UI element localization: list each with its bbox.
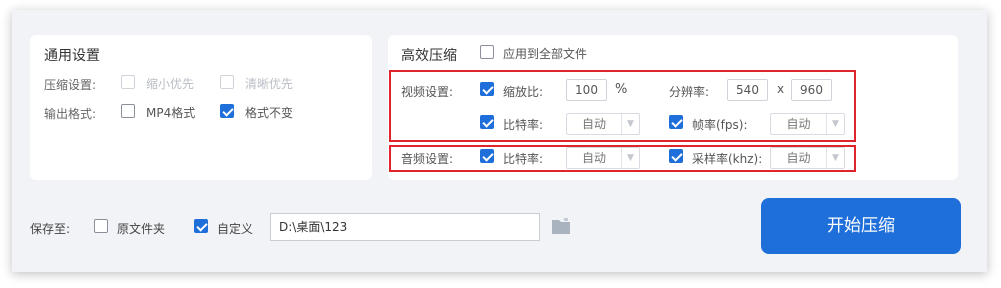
fps-checkbox[interactable] [669, 115, 683, 129]
shrink-priority-checkbox[interactable] [121, 75, 135, 89]
save-path-input[interactable]: D:\桌面\123 [270, 213, 540, 241]
mp4-format-checkbox[interactable] [121, 104, 135, 118]
audio-bitrate-select[interactable]: 自动 ▼ [566, 147, 640, 169]
video-bitrate-value: 自动 [581, 117, 606, 131]
general-settings-title: 通用设置 [44, 48, 100, 64]
keep-format-label: 格式不变 [245, 106, 294, 120]
audio-bitrate-checkbox[interactable] [480, 149, 494, 163]
apply-all-checkbox[interactable] [480, 45, 494, 59]
scale-input[interactable]: 100 [566, 79, 607, 101]
scale-label: 缩放比: [503, 85, 544, 99]
clarity-priority-checkbox[interactable] [220, 75, 234, 89]
fps-label: 帧率(fps): [692, 118, 748, 132]
output-format-label: 输出格式: [44, 107, 97, 121]
video-settings-label: 视频设置: [401, 85, 454, 99]
resolution-separator: x [777, 82, 785, 96]
audio-bitrate-value: 自动 [581, 151, 606, 165]
samplerate-select[interactable]: 自动 ▼ [770, 147, 845, 169]
fps-select[interactable]: 自动 ▼ [770, 113, 845, 135]
chevron-down-icon: ▼ [621, 114, 639, 134]
resolution-width-input[interactable]: 540 [727, 79, 768, 101]
samplerate-checkbox[interactable] [669, 149, 683, 163]
custom-folder-label: 自定义 [217, 222, 254, 236]
resolution-label: 分辨率: [669, 85, 710, 99]
original-folder-checkbox[interactable] [94, 219, 108, 233]
video-bitrate-checkbox[interactable] [480, 115, 494, 129]
chevron-down-icon: ▼ [826, 148, 844, 168]
mp4-format-label: MP4格式 [146, 106, 196, 120]
scale-unit: % [615, 82, 628, 97]
video-bitrate-select[interactable]: 自动 ▼ [566, 113, 640, 135]
start-compress-button[interactable]: 开始压缩 [761, 198, 961, 254]
keep-format-checkbox[interactable] [220, 104, 234, 118]
apply-all-label: 应用到全部文件 [503, 47, 588, 61]
clarity-priority-label: 清晰优先 [245, 77, 294, 91]
audio-bitrate-label: 比特率: [503, 152, 544, 166]
original-folder-label: 原文件夹 [117, 222, 166, 236]
save-to-label: 保存至: [30, 222, 71, 236]
chevron-down-icon: ▼ [826, 114, 844, 134]
fps-value: 自动 [786, 117, 811, 131]
video-bitrate-label: 比特率: [503, 118, 544, 132]
folder-icon[interactable] [551, 217, 571, 235]
samplerate-value: 自动 [786, 151, 811, 165]
custom-folder-checkbox[interactable] [194, 219, 208, 233]
shrink-priority-label: 缩小优先 [146, 77, 195, 91]
scale-checkbox[interactable] [480, 82, 494, 96]
audio-settings-label: 音频设置: [401, 152, 454, 166]
compress-setting-label: 压缩设置: [44, 78, 97, 92]
efficient-compression-title: 高效压缩 [401, 48, 457, 64]
chevron-down-icon: ▼ [621, 148, 639, 168]
samplerate-label: 采样率(khz): [692, 152, 763, 166]
resolution-height-input[interactable]: 960 [791, 79, 832, 101]
